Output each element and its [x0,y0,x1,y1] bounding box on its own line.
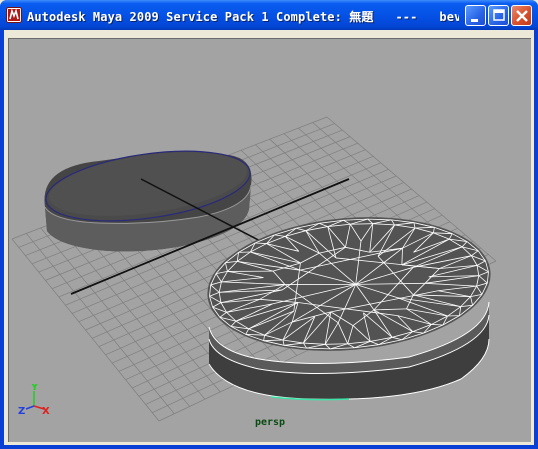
perspective-viewport[interactable]: Y X Z persp [8,38,531,442]
window-title: Autodesk Maya 2009 Service Pack 1 Comple… [27,10,459,24]
axis-z-label: Z [18,406,25,417]
beveled-cylinder-left[interactable] [42,140,255,252]
wire-edge [350,223,373,225]
scene-canvas[interactable] [9,39,531,442]
wire-edge [325,343,348,345]
close-icon [516,10,528,22]
axis-orientation-gizmo: Y X Z [17,382,51,420]
title-bar[interactable]: Autodesk Maya 2009 Service Pack 1 Comple… [0,0,538,30]
close-button[interactable] [511,5,532,26]
beveled-cylinder-right-wireframe[interactable] [202,206,496,401]
axis-x-label: X [42,406,50,417]
maximize-button[interactable] [488,5,509,26]
minimize-icon [471,19,478,22]
axis-y-label: Y [30,384,39,393]
maya-window: Autodesk Maya 2009 Service Pack 1 Comple… [0,0,538,449]
maximize-icon [493,9,505,21]
maya-app-icon[interactable] [6,7,22,23]
camera-name-label: persp [254,417,286,428]
minimize-button[interactable] [465,5,486,26]
